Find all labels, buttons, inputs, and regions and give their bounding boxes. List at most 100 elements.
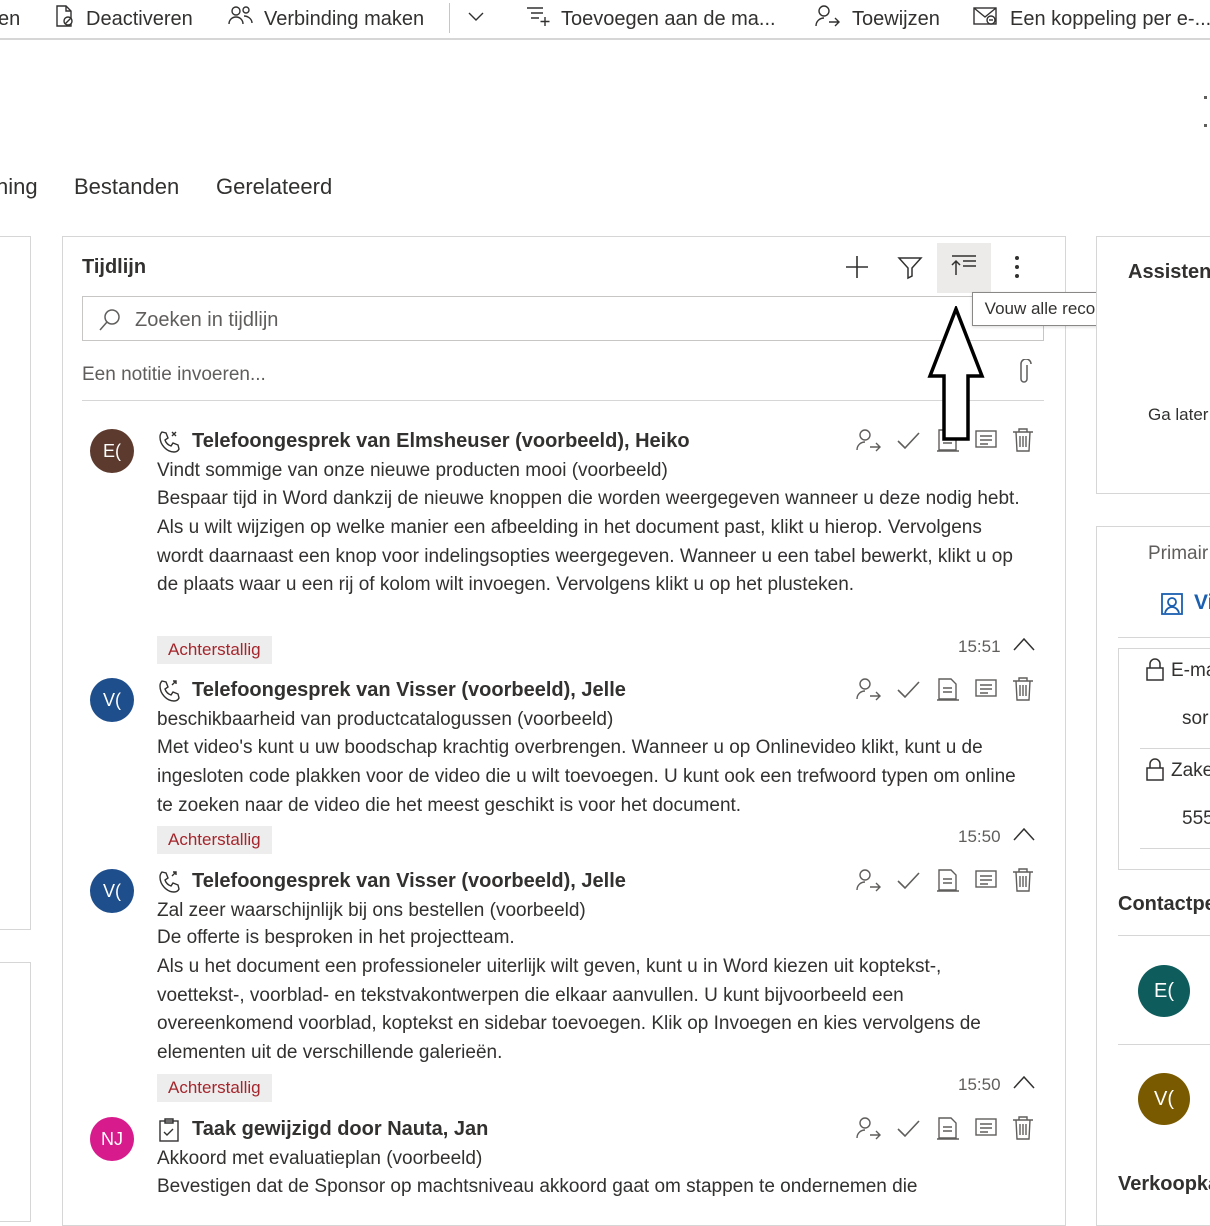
avatar: V( — [90, 678, 134, 722]
note-input[interactable]: Een notitie invoeren... — [82, 364, 266, 386]
record-title[interactable]: Telefoongesprek van Visser (voorbeeld), … — [192, 870, 626, 893]
open-record-button[interactable] — [935, 867, 961, 898]
complete-record-button[interactable] — [895, 427, 921, 458]
connect-label: Verbinding maken — [264, 7, 425, 30]
record-time: 15:50 — [958, 827, 1001, 846]
record-actions — [855, 676, 1035, 704]
edit-record-button[interactable] — [973, 676, 999, 707]
tab-related[interactable]: Gerelateerd — [216, 174, 332, 200]
collapse-record-button[interactable] — [1012, 636, 1036, 657]
record-subtitle: Zal zeer waarschijnlijk bij ons bestelle… — [157, 900, 586, 921]
assign-icon — [814, 4, 852, 34]
record-body-text: Als u het document een professioneler ui… — [157, 955, 981, 1064]
toolbar-partial-label: en — [0, 7, 21, 30]
deactivate-button[interactable]: Deactiveren — [52, 4, 193, 34]
assign-button[interactable]: Toewijzen — [814, 4, 940, 34]
complete-record-button[interactable] — [895, 867, 921, 898]
deactivate-label: Deactiveren — [86, 7, 193, 30]
assign-record-button[interactable] — [855, 867, 883, 898]
more-dropdown-button[interactable] — [466, 6, 496, 32]
record-actions — [855, 1115, 1035, 1143]
primary-contact-link[interactable]: Vi — [1194, 591, 1210, 615]
connect-button[interactable]: Verbinding maken — [228, 6, 424, 32]
lock-icon — [1145, 658, 1165, 687]
record-subtitle: Vindt sommige van onze nieuwe producten … — [157, 460, 668, 481]
timeline-search[interactable] — [82, 296, 1044, 341]
record-subtitle: Akkoord met evaluatieplan (voorbeeld) — [157, 1148, 483, 1169]
open-record-button[interactable] — [935, 1115, 961, 1146]
assign-label: Toewijzen — [852, 7, 940, 30]
annotation-arrow-icon — [926, 304, 986, 451]
connect-icon — [228, 4, 264, 34]
contact-avatar[interactable]: V( — [1138, 1073, 1190, 1125]
delete-record-button[interactable] — [1011, 1115, 1035, 1146]
assistant-title: Assistent — [1128, 261, 1210, 283]
record-time: 15:50 — [958, 1075, 1001, 1094]
collapse-all-icon — [950, 253, 978, 284]
chevron-down-icon — [466, 6, 496, 32]
attach-button[interactable] — [1012, 357, 1036, 392]
assign-record-button[interactable] — [855, 1115, 883, 1146]
email-link-button[interactable]: Een koppeling per e-... — [972, 6, 1210, 32]
more-options-button[interactable] — [1002, 252, 1032, 286]
add-list-icon — [525, 4, 561, 34]
contacts-title: Contactpe — [1118, 893, 1210, 915]
record-body: Bevestigen dat de Sponsor op machtsnivea… — [157, 1173, 1027, 1202]
complete-record-button[interactable] — [895, 1115, 921, 1146]
edit-record-button[interactable] — [973, 1115, 999, 1146]
record-body: De offerte is besproken in het projectte… — [157, 924, 1027, 1068]
divider — [1118, 935, 1210, 936]
plus-icon — [844, 254, 870, 285]
tab-files[interactable]: Bestanden — [74, 174, 179, 200]
record-title[interactable]: Taak gewijzigd door Nauta, Jan — [192, 1118, 488, 1141]
task-icon — [157, 1117, 181, 1148]
toolbar-item-partial[interactable]: en — [0, 6, 20, 32]
contact-avatar[interactable]: E( — [1138, 965, 1190, 1017]
collapse-record-button[interactable] — [1012, 1074, 1036, 1095]
assign-record-button[interactable] — [855, 427, 883, 458]
filter-button[interactable] — [893, 252, 927, 286]
record-body-text: Met video's kunt u uw boodschap krachtig… — [157, 737, 1016, 816]
avatar: NJ — [90, 1117, 134, 1161]
phone-call-icon — [157, 678, 183, 709]
edit-record-button[interactable] — [973, 867, 999, 898]
delete-record-button[interactable] — [1011, 676, 1035, 707]
phone-call-icon — [157, 869, 183, 900]
assign-record-button[interactable] — [855, 676, 883, 707]
record-subtitle: beschikbaarheid van productcatalogussen … — [157, 709, 614, 730]
more-vertical-icon — [1014, 254, 1020, 285]
record-body: Bespaar tijd in Word dankzij de nieuwe k… — [157, 485, 1027, 600]
search-input[interactable] — [133, 304, 957, 336]
primary-label: Primair — [1148, 543, 1209, 564]
business-phone-value[interactable]: 555 — [1182, 808, 1210, 830]
paperclip-icon — [1016, 357, 1032, 392]
complete-record-button[interactable] — [895, 676, 921, 707]
assistant-later-text: Ga later — [1148, 405, 1209, 424]
email-field-label: E-ma — [1171, 660, 1210, 681]
tab-partial[interactable]: ning — [0, 174, 38, 200]
sales-title: Verkoopka — [1118, 1173, 1210, 1195]
email-field-value[interactable]: sor — [1182, 708, 1208, 730]
delete-record-button[interactable] — [1011, 867, 1035, 898]
collapse-record-button[interactable] — [1012, 826, 1036, 847]
deactivate-icon — [52, 4, 86, 34]
add-button[interactable] — [840, 252, 874, 286]
header-edge-mark — [1204, 124, 1207, 127]
delete-record-button[interactable] — [1011, 427, 1035, 458]
collapse-all-button[interactable] — [937, 243, 991, 293]
status-badge: Achterstallig — [157, 826, 272, 854]
open-record-button[interactable] — [935, 676, 961, 707]
avatar: V( — [90, 869, 134, 913]
left-panel — [0, 236, 31, 930]
command-bar: en Deactiveren Verbinding maken Toevoege… — [0, 0, 1210, 40]
record-title[interactable]: Telefoongesprek van Visser (voorbeeld), … — [192, 679, 626, 702]
add-to-list-label: Toevoegen aan de ma... — [561, 7, 776, 30]
email-link-label: Een koppeling per e-... — [1010, 7, 1210, 30]
divider — [1118, 637, 1210, 638]
record-title[interactable]: Telefoongesprek van Elmsheuser (voorbeel… — [192, 430, 690, 453]
header-edge-mark — [1204, 96, 1207, 99]
toolbar-divider — [449, 3, 450, 33]
add-to-list-button[interactable]: Toevoegen aan de ma... — [525, 6, 776, 32]
business-phone-label: Zake — [1171, 760, 1210, 781]
filter-icon — [897, 254, 923, 285]
